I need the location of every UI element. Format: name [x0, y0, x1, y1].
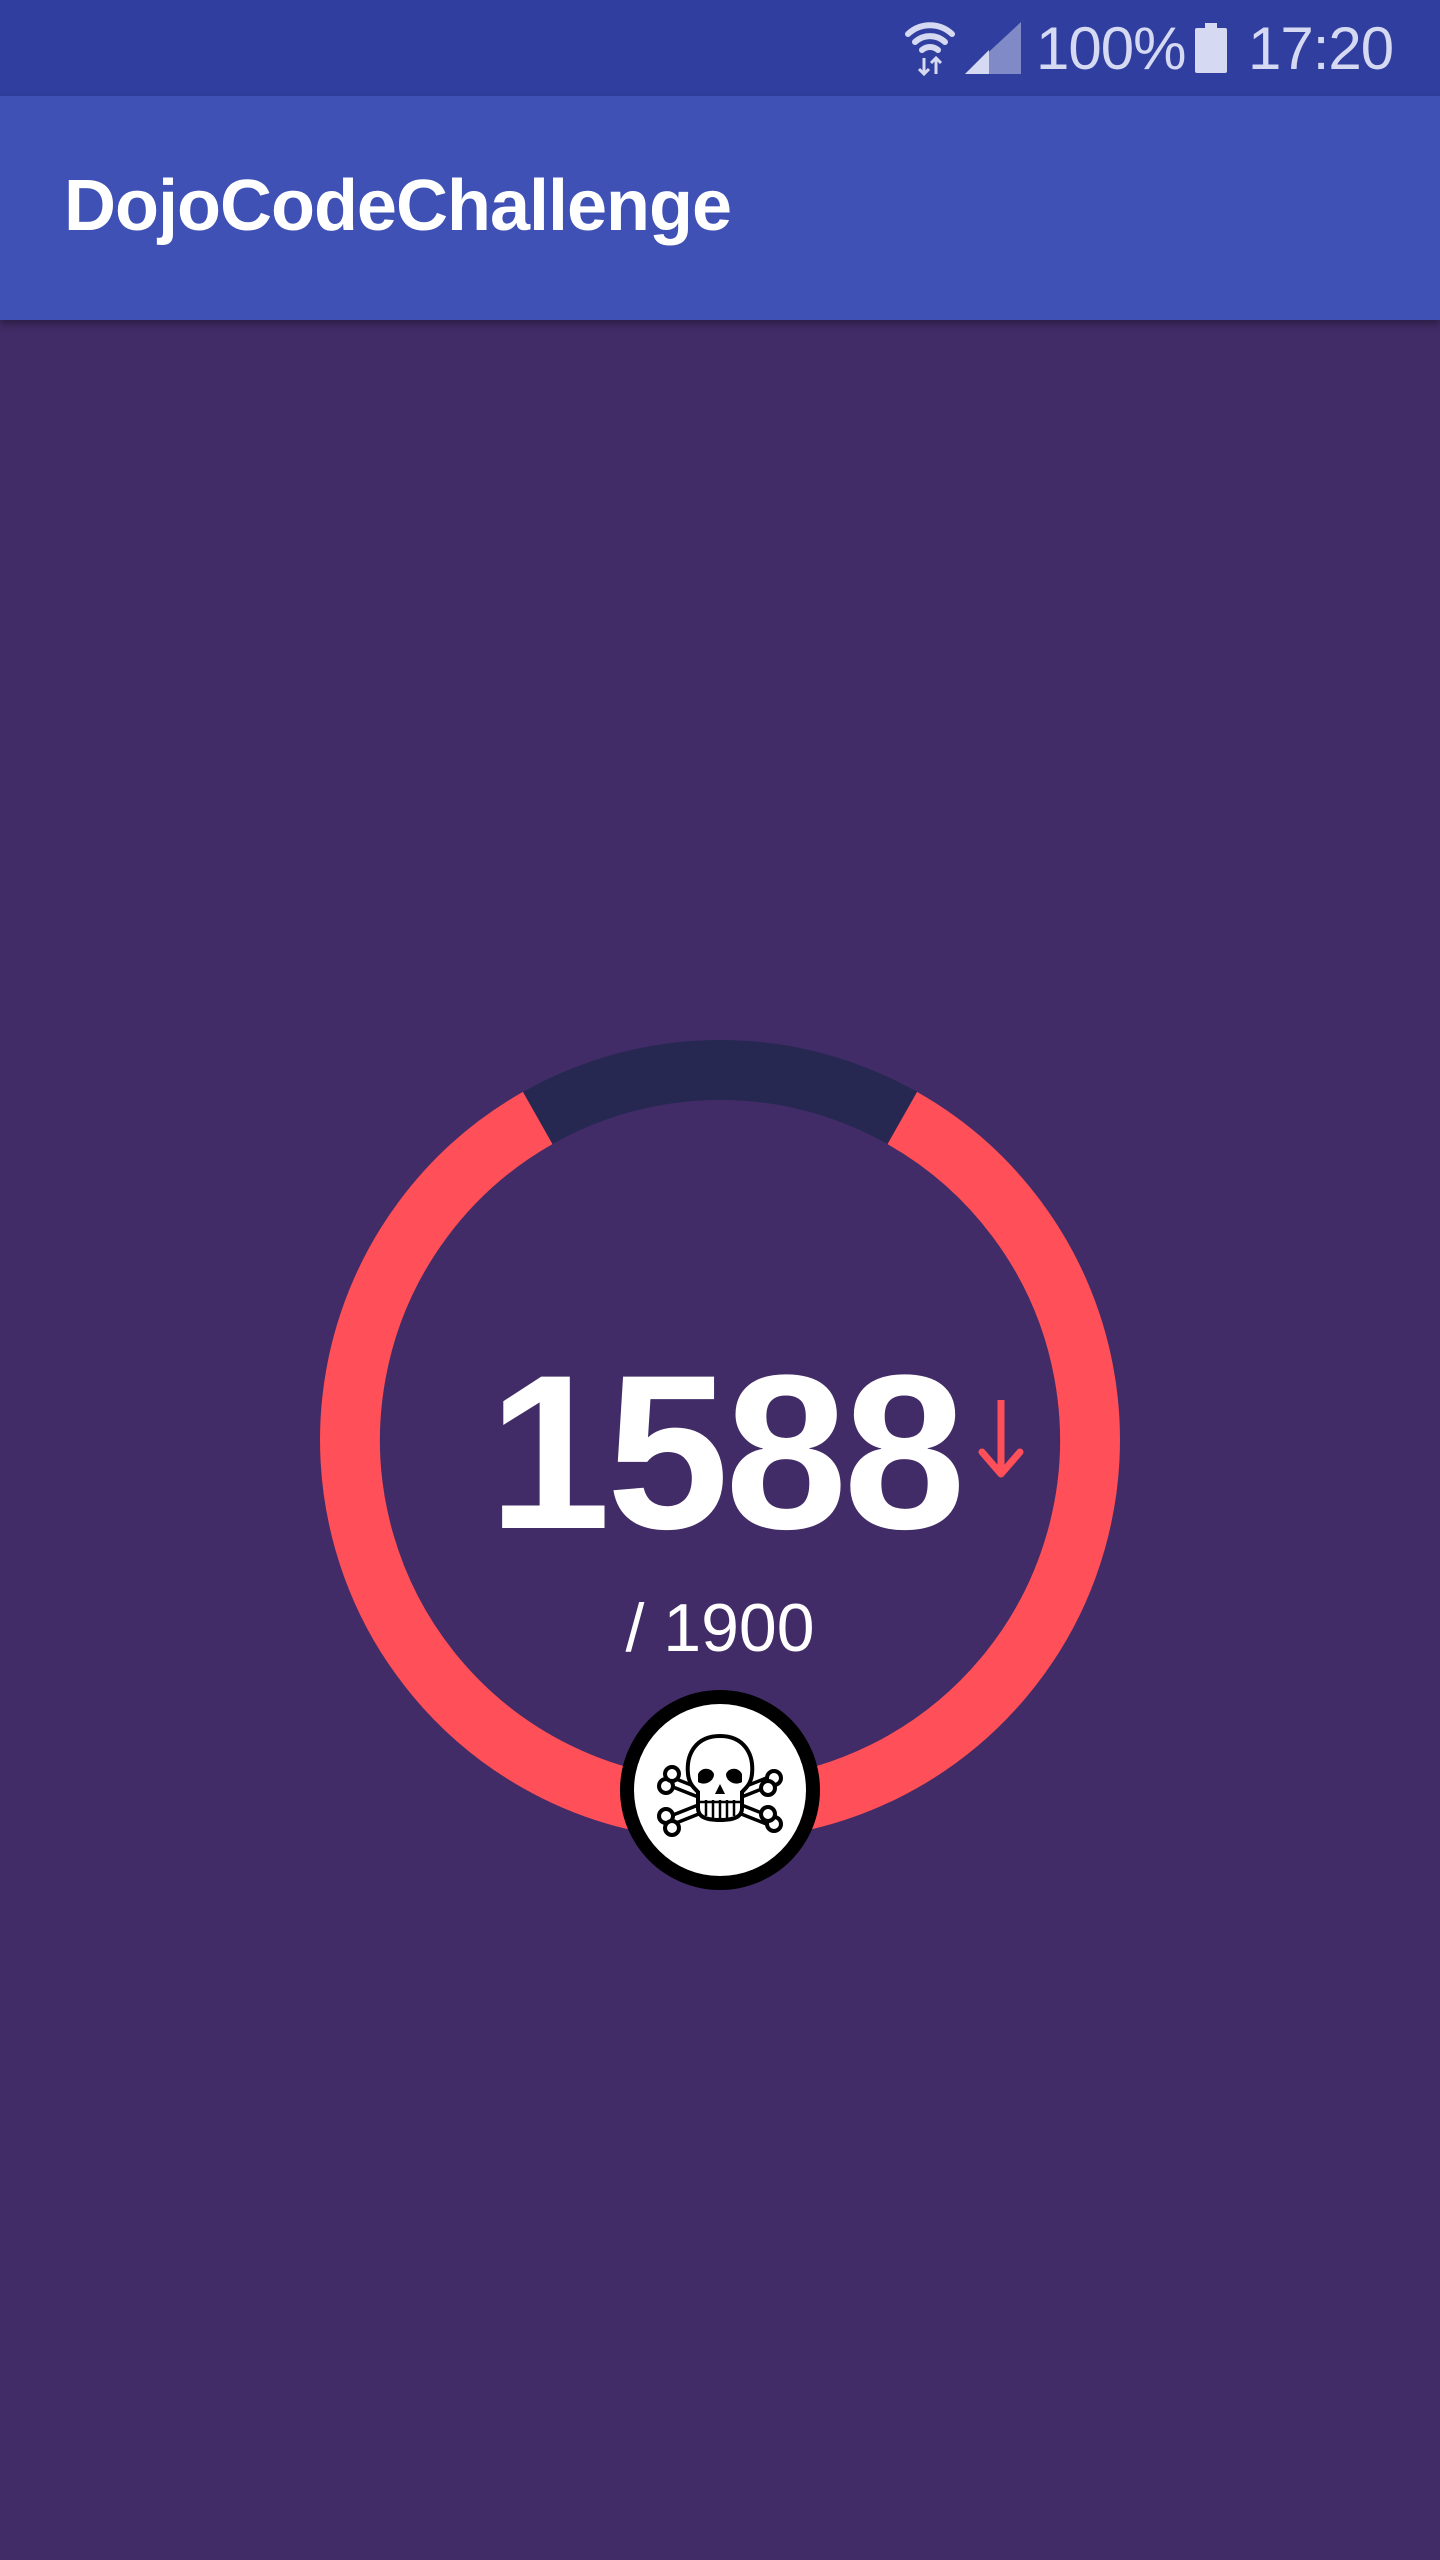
arrow-down-icon [978, 1400, 1024, 1478]
skull-and-crossbones-icon [657, 1733, 783, 1837]
badge-inner [634, 1704, 806, 1876]
status-badge[interactable] [620, 1690, 820, 1890]
progress-gauge [320, 1040, 1120, 1840]
score-value: 1588 [488, 1329, 965, 1575]
target-value: / 1900 [625, 1590, 815, 1666]
screen: 100% 17:20 DojoCodeChallenge 1588 / 1900 [0, 0, 1440, 2560]
